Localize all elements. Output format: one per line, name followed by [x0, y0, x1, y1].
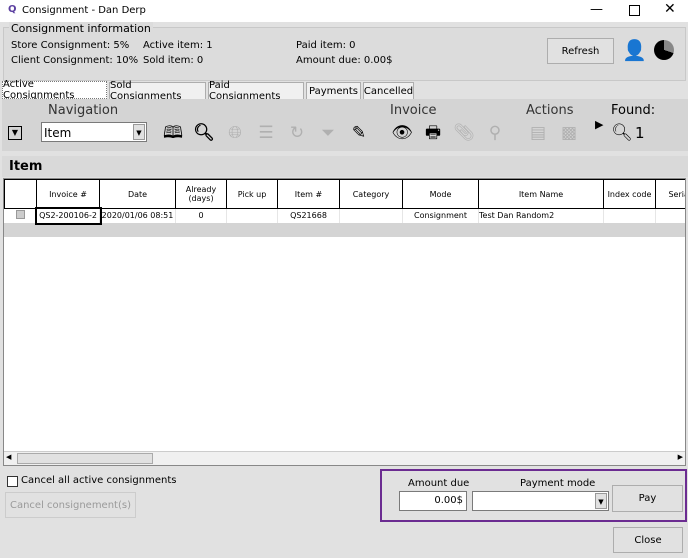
- row-checkbox-icon[interactable]: [15, 210, 25, 220]
- client-consignment: Client Consignment: 10%: [11, 55, 139, 66]
- selected-blank-row: [4, 222, 685, 237]
- scrollbar-thumb[interactable]: [17, 453, 153, 464]
- cancel-consignments-button: Cancel consignement(s): [5, 492, 136, 518]
- folder-icon: ▩: [560, 123, 578, 143]
- column-header[interactable]: Serial num: [655, 179, 685, 209]
- app-icon: Q: [8, 4, 17, 15]
- navigation-select-value: Item: [44, 126, 72, 140]
- active-item: Active item: 1: [143, 40, 213, 51]
- book-icon[interactable]: 🕮: [162, 123, 184, 143]
- expand-arrow-icon[interactable]: ▶: [595, 118, 603, 131]
- items-table: Invoice # Date Already (days) Pick up Item #…: [3, 178, 686, 466]
- collapse-toggle-icon[interactable]: ▼: [8, 126, 22, 140]
- tab-paid-consignments[interactable]: Paid Consignments: [208, 80, 304, 102]
- group-legend: Consignment information: [9, 22, 153, 35]
- document-icon: ▤: [529, 123, 547, 143]
- payment-mode-label: Payment mode: [520, 478, 596, 489]
- maximize-button[interactable]: [629, 5, 640, 16]
- found-count: 1: [635, 124, 645, 142]
- search-icon[interactable]: 🔍︎: [193, 123, 215, 143]
- refresh-icon: ↻: [289, 123, 305, 143]
- table-cell[interactable]: Test Dan Random2: [478, 208, 604, 223]
- actions-label: Actions: [526, 103, 574, 118]
- cancel-all-checkbox[interactable]: [7, 476, 18, 487]
- stamp-icon: ⚲: [488, 123, 502, 143]
- sold-item: Sold item: 0: [143, 55, 204, 66]
- list-icon: ☰: [258, 123, 274, 143]
- close-window-button[interactable]: ✕: [664, 1, 676, 17]
- pie-chart-icon[interactable]: [654, 40, 674, 60]
- column-header[interactable]: Item Name: [478, 179, 604, 209]
- found-label: Found:: [611, 103, 656, 118]
- table-cell[interactable]: [339, 208, 403, 223]
- paperclip-icon: 📎︎: [453, 123, 475, 143]
- title-bar: Q Consignment - Dan Derp — ✕: [0, 0, 688, 22]
- navigation-select[interactable]: Item ▼: [41, 122, 147, 142]
- row-selector[interactable]: [4, 208, 37, 223]
- filter-icon: ⏷: [321, 123, 335, 143]
- payment-mode-select[interactable]: ▼: [472, 491, 609, 511]
- column-header[interactable]: Category: [339, 179, 403, 209]
- globe-icon: 🌐︎: [228, 123, 242, 143]
- scroll-right-icon[interactable]: ▶: [678, 453, 683, 461]
- column-header[interactable]: Date: [99, 179, 176, 209]
- tab-sold-consignments[interactable]: Sold Consignments: [109, 80, 206, 102]
- table-cell[interactable]: QS2-200106-2: [34, 206, 102, 225]
- tab-active-consignments[interactable]: Active Consignments: [2, 79, 107, 101]
- table-cell[interactable]: Consignment: [402, 208, 479, 223]
- table-cell[interactable]: 2020/01/06 08:51: [99, 208, 176, 223]
- scroll-left-icon[interactable]: ◀: [6, 453, 11, 461]
- table-cell[interactable]: 0: [175, 208, 227, 223]
- minimize-button[interactable]: —: [590, 2, 603, 17]
- chevron-down-icon[interactable]: ▼: [133, 124, 145, 140]
- section-header: Item: [2, 156, 688, 177]
- section-title: Item: [9, 159, 43, 174]
- table-cell[interactable]: [603, 208, 656, 223]
- amount-due-summary: Amount due: 0.00$: [296, 55, 393, 66]
- table-cell[interactable]: QS21668: [277, 208, 340, 223]
- eye-icon[interactable]: 👁: [391, 123, 413, 143]
- printer-icon[interactable]: 🖶: [422, 123, 444, 143]
- table-cell[interactable]: [655, 208, 685, 223]
- navigation-label: Navigation: [48, 103, 119, 118]
- store-consignment: Store Consignment: 5%: [11, 40, 130, 51]
- window-title: Consignment - Dan Derp: [22, 5, 146, 16]
- paid-item: Paid item: 0: [296, 40, 356, 51]
- table-cell[interactable]: [226, 208, 278, 223]
- cancel-all-label: Cancel all active consignments: [21, 475, 177, 486]
- tab-payments[interactable]: Payments: [306, 82, 361, 99]
- pay-button[interactable]: Pay: [612, 485, 683, 512]
- column-header[interactable]: [4, 179, 37, 209]
- pen-icon[interactable]: ✎: [348, 123, 370, 143]
- amount-due-label: Amount due: [408, 478, 470, 489]
- column-header[interactable]: Invoice #: [36, 179, 100, 209]
- column-header[interactable]: Mode: [402, 179, 479, 209]
- column-header[interactable]: Item #: [277, 179, 340, 209]
- user-settings-icon[interactable]: 👤: [622, 38, 647, 62]
- amount-due-input[interactable]: 0.00$: [399, 491, 467, 511]
- chevron-down-icon[interactable]: ▼: [595, 493, 607, 509]
- table-row[interactable]: QS2-200106-2 2020/01/06 08:51 0 QS21668 Cons…: [4, 206, 685, 225]
- refresh-button[interactable]: Refresh: [547, 38, 614, 64]
- found-search-icon: 🔍︎: [611, 123, 633, 143]
- column-header[interactable]: Already (days): [175, 179, 227, 209]
- tab-cancelled[interactable]: Cancelled: [363, 82, 414, 99]
- invoice-label: Invoice: [390, 103, 437, 118]
- horizontal-scrollbar[interactable]: ◀ ▶: [4, 451, 685, 465]
- column-header[interactable]: Pick up: [226, 179, 278, 209]
- column-header[interactable]: Index code: [603, 179, 656, 209]
- close-button[interactable]: Close: [613, 527, 683, 553]
